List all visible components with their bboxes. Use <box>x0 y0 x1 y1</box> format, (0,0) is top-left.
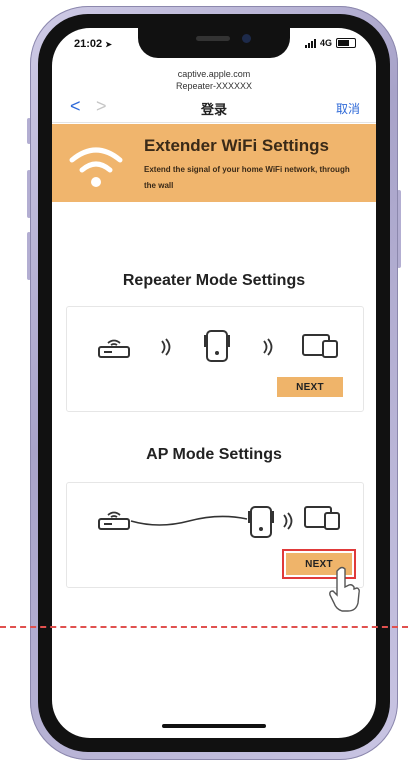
status-bar: 21:02 ➤ 4G <box>74 38 356 54</box>
ap-section-title: AP Mode Settings <box>146 446 282 463</box>
cancel-button[interactable]: 取消 <box>336 100 360 117</box>
banner-subtitle: Extend the signal of your home WiFi netw… <box>144 165 350 190</box>
devices-icon <box>304 506 340 530</box>
nav-title: 登录 <box>200 102 227 117</box>
ap-mode-card: NEXT <box>66 482 364 612</box>
home-indicator <box>162 724 266 728</box>
signal-waves-icon <box>263 338 273 356</box>
battery-icon <box>336 38 356 48</box>
repeater-section-title: Repeater Mode Settings <box>122 272 306 289</box>
dashed-divider <box>0 626 408 628</box>
captive-portal-header: captive.apple.com Repeater-XXXXXX <box>52 68 376 92</box>
repeater-next-button[interactable]: NEXT <box>277 377 343 397</box>
devices-icon <box>302 334 338 358</box>
network-type: 4G <box>319 38 332 48</box>
signal-waves-icon <box>161 338 171 356</box>
router-icon <box>98 339 130 358</box>
status-time: 21:02 ➤ <box>74 38 112 50</box>
signal-waves-icon <box>283 512 293 530</box>
portal-host: captive.apple.com <box>177 69 251 79</box>
repeater-device-icon <box>204 330 230 362</box>
wifi-icon <box>69 147 123 187</box>
signal-icon <box>304 38 316 48</box>
router-icon <box>98 511 130 530</box>
ethernet-cable-icon <box>130 515 248 526</box>
extender-banner: Extender WiFi Settings Extend the signal… <box>52 124 376 202</box>
hand-pointer-icon <box>329 566 360 612</box>
navigation-bar: < > 登录 取消 <box>52 92 376 123</box>
banner-title: Extender WiFi Settings <box>144 136 329 155</box>
location-arrow-icon: ➤ <box>105 40 112 49</box>
phone-screen: 21:02 ➤ 4G captive.apple.com Repeater-XX… <box>52 28 376 738</box>
portal-page-title: Repeater-XXXXXX <box>175 81 253 91</box>
repeater-mode-card: NEXT <box>66 306 364 412</box>
repeater-device-icon <box>248 506 274 538</box>
